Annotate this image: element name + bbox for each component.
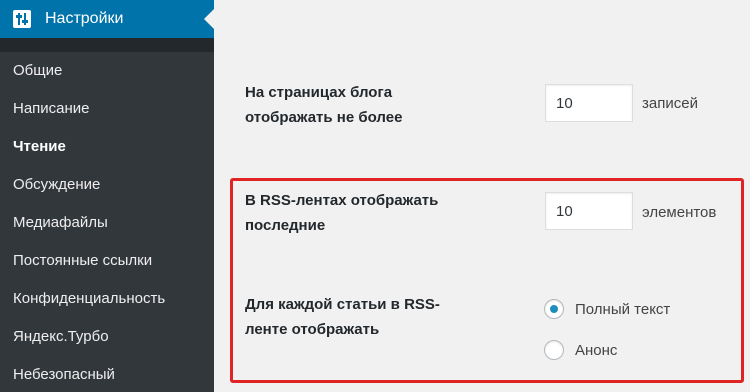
current-menu-arrow — [204, 9, 214, 29]
posts-per-page-label-line2: отображать не более — [245, 109, 403, 126]
menu-settings[interactable]: Настройки — [0, 0, 214, 38]
submenu-item-writing[interactable]: Написание — [0, 90, 214, 128]
rss-content-label-line1: Для каждой статьи в RSS- — [245, 296, 440, 313]
rss-excerpt-label: Анонс — [575, 341, 618, 359]
submenu-item-reading[interactable]: Чтение — [0, 128, 214, 166]
posts-per-page-input[interactable] — [545, 84, 633, 122]
rss-content-label-line2: ленте отображать — [245, 321, 380, 338]
submenu-item-general[interactable]: Общие — [0, 52, 214, 90]
rss-count-label-line1: В RSS-лентах отображать — [245, 192, 439, 209]
admin-sidebar: Настройки Общие Написание Чтение Обсужде… — [0, 0, 214, 392]
rss-excerpt-option[interactable]: Анонс — [544, 340, 617, 360]
rss-content-label: Для каждой статьи в RSS- ленте отображат… — [245, 292, 440, 342]
rss-count-label: В RSS-лентах отображать последние — [245, 188, 438, 238]
rss-count-unit: элементов — [642, 204, 717, 221]
menu-settings-label: Настройки — [45, 10, 124, 27]
rss-full-text-radio[interactable] — [544, 299, 564, 319]
settings-submenu: Общие Написание Чтение Обсуждение Медиаф… — [0, 52, 214, 392]
radio-checked-dot — [550, 305, 558, 313]
submenu-item-media[interactable]: Медиафайлы — [0, 204, 214, 242]
posts-per-page-unit: записей — [642, 95, 698, 112]
settings-sliders-icon — [12, 9, 32, 29]
rss-excerpt-radio[interactable] — [544, 340, 564, 360]
submenu-item-permalinks[interactable]: Постоянные ссылки — [0, 242, 214, 280]
rss-full-text-label: Полный текст — [575, 300, 671, 318]
rss-count-input[interactable] — [545, 192, 633, 230]
submenu-item-yandex-turbo[interactable]: Яндекс.Турбо — [0, 318, 214, 356]
submenu-item-privacy[interactable]: Конфиденциальность — [0, 280, 214, 318]
posts-per-page-label-line1: На страницах блога — [245, 84, 393, 101]
posts-per-page-label: На страницах блога отображать не более — [245, 80, 402, 130]
rss-full-text-option[interactable]: Полный текст — [544, 299, 670, 319]
submenu-item-unsafe[interactable]: Небезопасный — [0, 356, 214, 392]
rss-count-label-line2: последние — [245, 217, 326, 234]
submenu-item-discussion[interactable]: Обсуждение — [0, 166, 214, 204]
